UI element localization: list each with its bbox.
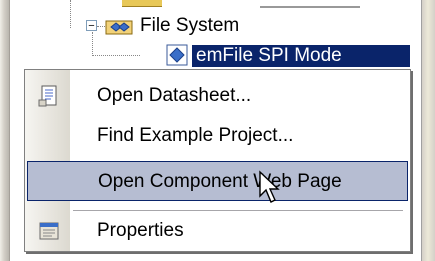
component-icon [122, 0, 162, 7]
menu-item-properties[interactable]: Properties [25, 211, 410, 251]
partial-node [260, 0, 360, 8]
tree-connector [92, 55, 140, 56]
menu-item-open-component-web-page[interactable]: Open Component Web Page [27, 161, 408, 201]
tree-connector [97, 26, 105, 27]
properties-icon [39, 222, 59, 240]
left-splitter[interactable] [0, 0, 10, 261]
tree-scrollbar[interactable] [421, 0, 435, 261]
context-menu: Open Datasheet... Find Example Project..… [24, 69, 411, 252]
menu-item-label: Open Datasheet... [97, 85, 252, 106]
datasheet-icon [38, 85, 57, 107]
collapse-icon[interactable]: − [86, 20, 97, 32]
menu-item-open-datasheet[interactable]: Open Datasheet... [25, 76, 410, 116]
menu-item-label: Properties [97, 220, 184, 241]
tree-connector [92, 32, 93, 56]
menu-item-label: Find Example Project... [97, 125, 294, 146]
tree-connector [70, 0, 71, 28]
tree-node-file-system[interactable]: File System [140, 15, 239, 37]
menu-item-find-example-project[interactable]: Find Example Project... [25, 116, 410, 156]
component-icon [166, 44, 188, 66]
menu-item-label: Open Component Web Page [98, 171, 342, 192]
folder-group-icon [105, 20, 133, 35]
mouse-cursor-icon [259, 170, 280, 203]
tree-node-selected[interactable]: emFile SPI Mode [192, 45, 410, 67]
